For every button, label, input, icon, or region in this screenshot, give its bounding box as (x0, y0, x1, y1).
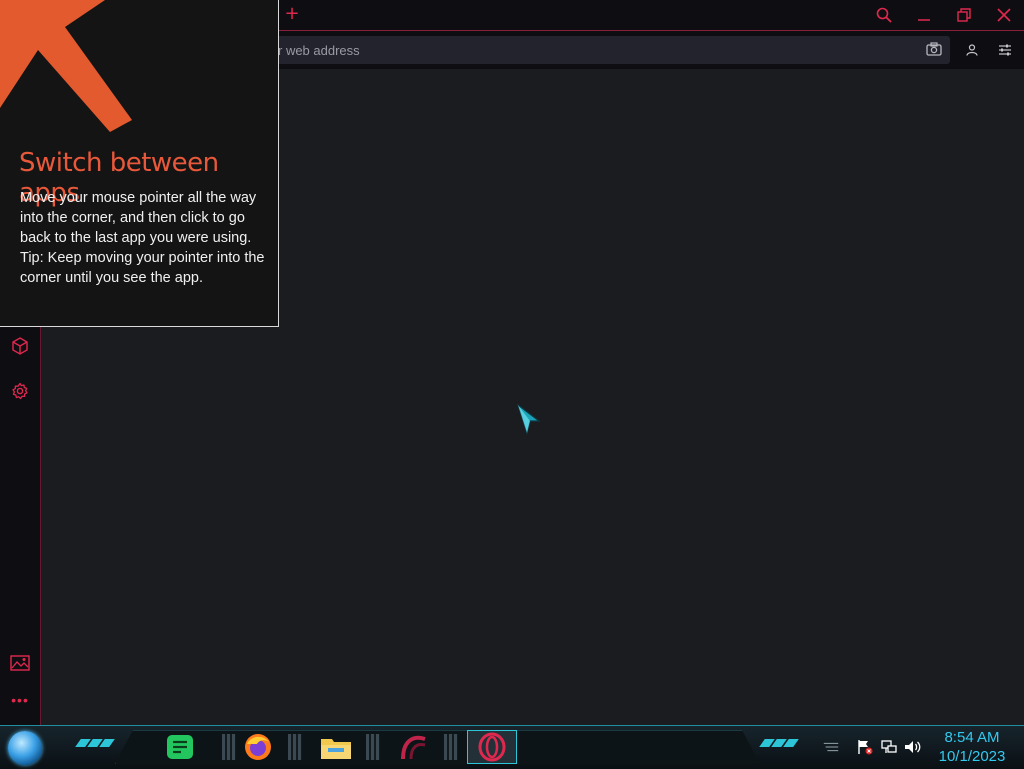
taskbar-app-notes[interactable] (155, 730, 205, 764)
tray-show-hidden-button[interactable] (822, 738, 840, 756)
sidebar-more-button[interactable]: ••• (8, 693, 32, 709)
taskbar-app-firefox[interactable] (233, 730, 283, 764)
sidebar-item-gallery[interactable] (8, 651, 32, 675)
settings-sliders-icon (999, 44, 1011, 56)
tray-network[interactable] (880, 738, 898, 756)
taskbar-separator (288, 734, 302, 760)
tip-body: Move your mouse pointer all the way into… (20, 188, 270, 288)
corner-arrow-icon (0, 0, 132, 132)
switch-apps-tip-panel: Switch between apps Move your mouse poin… (0, 0, 279, 327)
taskbar-app-opera[interactable] (467, 730, 517, 764)
taskbar-decor-right (759, 739, 799, 747)
new-tab-button[interactable]: + (283, 4, 301, 24)
taskbar-app-file-explorer[interactable] (311, 730, 361, 764)
minimize-button[interactable] (912, 5, 936, 25)
taskbar-clock[interactable]: 8:54 AM 10/1/2023 (932, 728, 1012, 766)
volume-icon (905, 741, 921, 753)
taskbar-app-arc[interactable] (389, 730, 439, 764)
minimize-icon (918, 19, 930, 21)
url-field[interactable] (270, 36, 950, 64)
action-center-flag-icon (858, 740, 873, 755)
mouse-cursor-icon (516, 403, 541, 435)
firefox-icon (245, 734, 271, 760)
taskbar-decor-left (75, 739, 115, 747)
clock-time: 8:54 AM (944, 729, 1000, 746)
file-explorer-icon (321, 739, 351, 759)
restore-button[interactable] (952, 5, 976, 25)
account-button[interactable] (962, 40, 982, 60)
taskbar-separator (444, 734, 458, 760)
search-button[interactable] (872, 5, 896, 25)
gallery-icon (10, 655, 30, 671)
settings-gear-icon (12, 382, 28, 400)
opera-icon (478, 732, 506, 762)
close-icon (997, 8, 1011, 22)
address-input[interactable] (278, 36, 878, 64)
restore-icon (957, 8, 971, 22)
camera-icon[interactable] (926, 42, 942, 56)
close-button[interactable] (992, 5, 1016, 25)
taskbar: 8:54 AM 10/1/2023 (0, 725, 1024, 769)
easy-setup-button[interactable] (995, 40, 1015, 60)
tip-hint: Tip: Keep moving your pointer into the c… (20, 250, 265, 286)
start-button[interactable] (8, 731, 42, 765)
tray-action-center[interactable] (856, 738, 874, 756)
tray-volume[interactable] (904, 738, 922, 756)
show-hidden-icon (823, 742, 839, 752)
cube-icon (12, 337, 28, 355)
notes-app-icon (167, 735, 193, 759)
arc-app-icon (401, 735, 426, 760)
account-icon (966, 44, 978, 56)
sidebar-item-extensions[interactable] (8, 334, 32, 358)
tip-description: Move your mouse pointer all the way into… (20, 190, 257, 246)
sidebar-item-settings[interactable] (8, 379, 32, 403)
clock-date: 10/1/2023 (938, 748, 1006, 765)
network-icon (881, 740, 897, 753)
taskbar-separator (366, 734, 380, 760)
search-icon (876, 7, 892, 23)
